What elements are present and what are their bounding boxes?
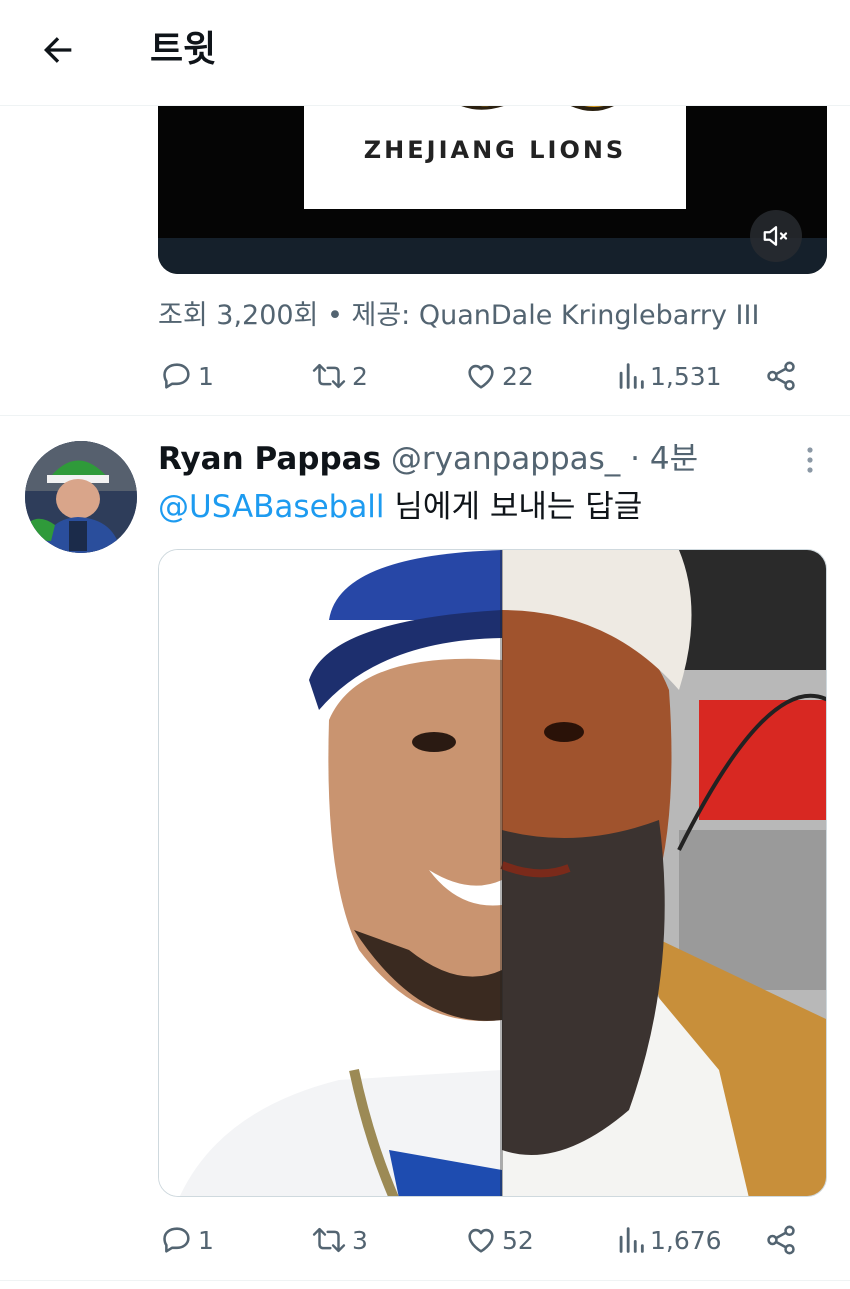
reply-count: 1 (198, 361, 214, 391)
app-header: 트윗 (0, 0, 850, 106)
author-name[interactable]: Ryan Pappas (158, 441, 381, 477)
back-arrow-icon (44, 37, 72, 63)
reply-button[interactable]: 1 (160, 356, 214, 396)
avatar-image (25, 441, 137, 553)
tweet-photo[interactable] (158, 549, 827, 1197)
share-button[interactable] (764, 1220, 798, 1260)
reply-button[interactable]: 1 (160, 1220, 214, 1260)
share-button[interactable] (764, 356, 798, 396)
retweet-icon (312, 363, 346, 389)
like-button[interactable]: 52 (464, 1220, 534, 1260)
tweet-video[interactable]: ZHEJIANG LIONS (158, 106, 827, 274)
views-button[interactable]: 1,676 (616, 1220, 722, 1260)
avatar[interactable] (25, 441, 137, 553)
more-button[interactable] (790, 440, 830, 480)
tweet2-action-bar: 1 3 52 1,676 (158, 1220, 808, 1260)
views-icon (619, 1227, 644, 1253)
reply-icon (163, 1227, 190, 1253)
back-button[interactable] (34, 28, 82, 72)
retweet-count: 2 (352, 361, 368, 391)
tweet-divider (0, 415, 850, 416)
lion-logo-mark (461, 106, 614, 111)
views-button[interactable]: 1,531 (616, 356, 722, 396)
like-icon (468, 1228, 494, 1253)
reply-count: 1 (198, 1225, 214, 1255)
reply-icon (163, 363, 190, 389)
like-button[interactable]: 22 (464, 356, 534, 396)
video-progress-bar[interactable] (158, 238, 827, 274)
video-logo-text: ZHEJIANG LIONS (363, 136, 627, 164)
split-face-photo (159, 550, 826, 1196)
reply-mention-link[interactable]: @USABaseball (158, 489, 385, 525)
tweet1-action-bar: 1 2 22 1,531 (158, 356, 808, 396)
retweet-count: 3 (352, 1225, 368, 1255)
mute-icon (763, 226, 788, 246)
video-logo-frame: ZHEJIANG LIONS (304, 106, 686, 209)
retweet-button[interactable]: 3 (310, 1220, 368, 1260)
views-count: 1,676 (650, 1225, 722, 1255)
reply-to-suffix: 님에게 보내는 답글 (384, 489, 643, 525)
views-icon (619, 363, 644, 389)
more-icon (807, 447, 813, 473)
retweet-button[interactable]: 2 (310, 356, 368, 396)
view-count-line: 조회 3,200회 • 제공: QuanDale Kringlebarry II… (158, 300, 760, 331)
like-count: 22 (502, 361, 534, 391)
like-count: 52 (502, 1225, 534, 1255)
reply-to-line: @USABaseball 님에게 보내는 답글 (158, 484, 642, 530)
like-icon (468, 364, 494, 389)
retweet-icon (312, 1227, 346, 1253)
tweet-divider (0, 1280, 850, 1281)
author-handle-timestamp[interactable]: @ryanpappas_ · 4분 (391, 441, 698, 477)
share-icon (767, 1225, 795, 1255)
share-icon (767, 361, 795, 391)
page-title: 트윗 (150, 29, 217, 70)
mute-button[interactable] (750, 210, 802, 262)
tweet-author-line: Ryan Pappas @ryanpappas_ · 4분 (158, 436, 698, 482)
views-count: 1,531 (650, 361, 722, 391)
